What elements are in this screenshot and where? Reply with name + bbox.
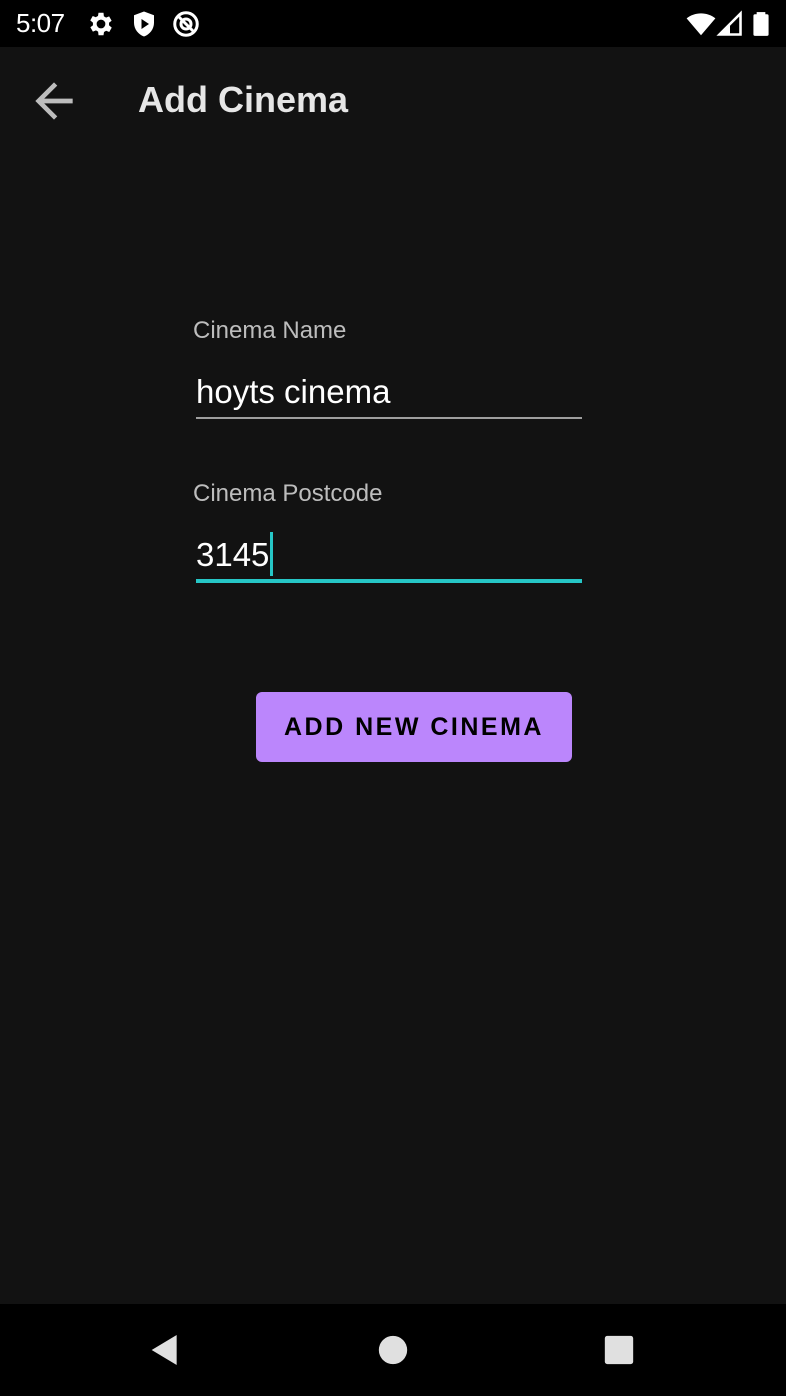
cinema-postcode-label: Cinema Postcode <box>193 480 383 507</box>
screen: 5:07 Add Cinema Cinema Name hoyts cinema… <box>0 0 786 1396</box>
nav-recents-icon <box>604 1335 634 1365</box>
wifi-icon <box>686 9 716 39</box>
back-button[interactable] <box>26 73 82 129</box>
navigation-bar <box>0 1304 786 1396</box>
cinema-postcode-input[interactable]: 3145 <box>196 530 582 580</box>
cinema-postcode-value: 3145 <box>196 536 270 573</box>
nav-back-icon <box>151 1335 177 1365</box>
text-cursor <box>270 532 274 577</box>
settings-gear-icon <box>86 9 116 39</box>
add-new-cinema-button[interactable]: ADD NEW CINEMA <box>256 692 572 762</box>
arrow-back-icon <box>35 82 73 120</box>
nav-home-button[interactable] <box>373 1330 413 1370</box>
do-not-disturb-icon <box>171 9 201 39</box>
status-time: 5:07 <box>16 8 65 38</box>
play-protect-icon <box>129 9 159 39</box>
nav-recents-button[interactable] <box>599 1330 639 1370</box>
cinema-name-value: hoyts cinema <box>196 373 391 410</box>
nav-home-icon <box>378 1335 408 1365</box>
nav-back-button[interactable] <box>145 1330 185 1370</box>
cinema-name-input[interactable]: hoyts cinema <box>196 367 582 417</box>
app-bar: Add Cinema <box>0 47 786 157</box>
page-title: Add Cinema <box>138 79 349 120</box>
cinema-name-label: Cinema Name <box>193 317 347 344</box>
cinema-postcode-underline <box>196 579 582 583</box>
cinema-name-underline <box>196 417 582 419</box>
cell-signal-icon <box>716 9 744 39</box>
battery-icon <box>748 9 774 39</box>
status-bar: 5:07 <box>0 0 786 47</box>
